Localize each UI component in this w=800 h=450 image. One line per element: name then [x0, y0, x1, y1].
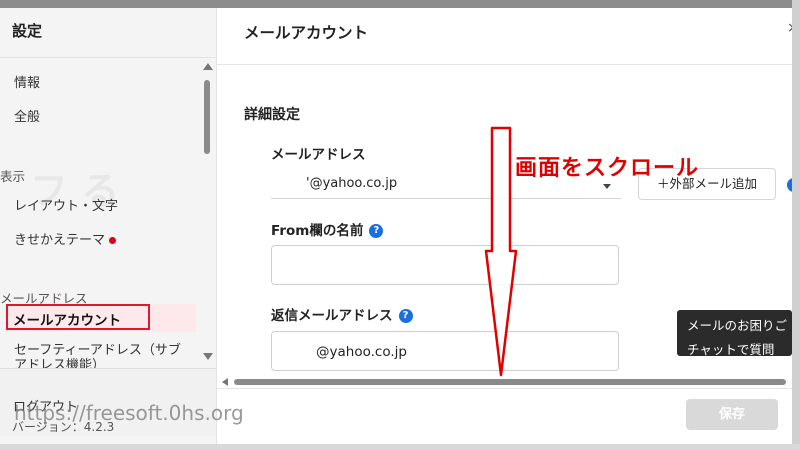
- reply-address-label-text: 返信メールアドレス: [271, 308, 393, 324]
- watermark-text: https://freesoft.0hs.org: [14, 401, 244, 425]
- chat-popup-line-2: チャットで質問: [687, 342, 775, 356]
- reply-address-label: 返信メールアドレス?: [271, 304, 413, 324]
- sidebar-scroll-up-icon[interactable]: [203, 63, 213, 70]
- from-name-label: From欄の名前?: [271, 219, 384, 239]
- main-header-divider: [217, 64, 792, 65]
- save-button[interactable]: 保存: [686, 399, 778, 430]
- email-label: メールアドレス: [271, 147, 366, 163]
- from-name-input[interactable]: [271, 245, 619, 285]
- from-name-label-text: From欄の名前: [271, 223, 364, 239]
- sidebar-item-layout[interactable]: レイアウト・文字: [14, 195, 118, 214]
- help-icon[interactable]: ?: [369, 224, 384, 238]
- window-right-edge: [792, 0, 800, 450]
- window-bottom-edge: [0, 444, 800, 450]
- sidebar-scroll-down-icon[interactable]: [203, 353, 213, 360]
- sidebar-divider: [0, 57, 216, 58]
- new-badge-dot: [109, 237, 117, 244]
- sidebar-scrollbar-thumb[interactable]: [204, 80, 210, 154]
- reply-address-value: @yahoo.co.jp: [316, 344, 407, 360]
- sidebar-item-general[interactable]: 全般: [14, 106, 40, 125]
- sidebar-item-info[interactable]: 情報: [14, 72, 40, 91]
- chat-help-popup[interactable]: メールのお困りご チャットで質問: [677, 310, 792, 356]
- sidebar-item-theme-label: きせかえテーマ: [14, 233, 106, 248]
- section-title: 詳細設定: [244, 107, 300, 123]
- page-title: メールアカウント: [244, 24, 369, 42]
- sidebar-title: 設定: [12, 22, 43, 40]
- sidebar-item-mail-account[interactable]: メールアカウント: [13, 309, 121, 329]
- email-address-value: '@yahoo.co.jp: [306, 176, 398, 191]
- chat-popup-line-1: メールのお困りご: [687, 318, 788, 333]
- annotation-caption: 画面をスクロール: [515, 155, 700, 181]
- help-icon[interactable]: ?: [398, 309, 413, 323]
- window-top-edge: [0, 0, 800, 8]
- scroll-left-icon[interactable]: [222, 378, 228, 386]
- chevron-down-icon: [603, 184, 611, 189]
- footer-divider: [217, 388, 792, 389]
- sidebar-item-theme[interactable]: きせかえテーマ: [14, 229, 117, 248]
- sidebar-section-display: 表示: [0, 169, 26, 184]
